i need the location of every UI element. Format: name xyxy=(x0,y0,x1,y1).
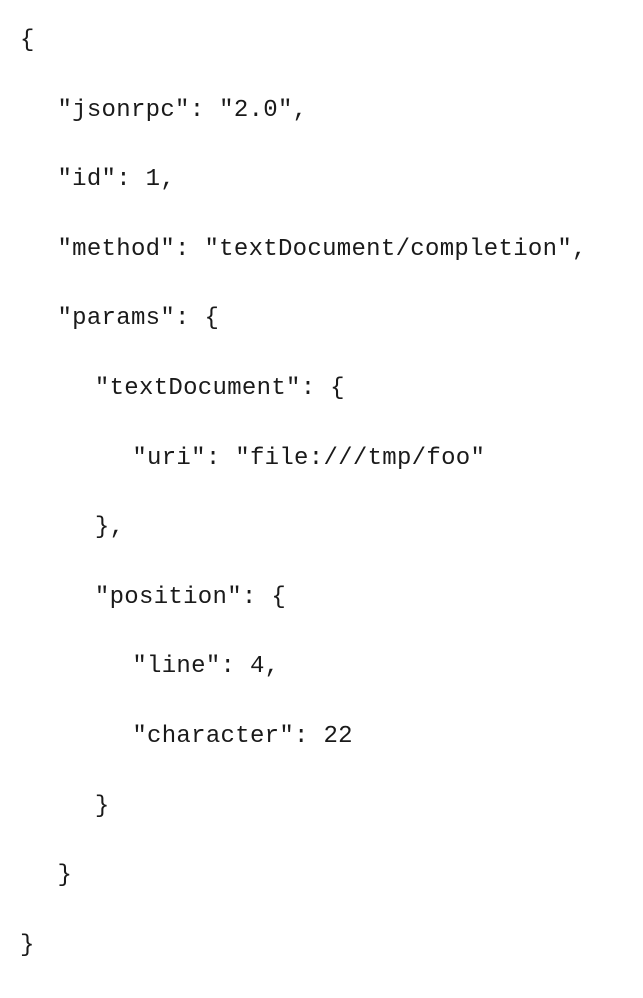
code-line: "textDocument": { xyxy=(20,372,623,407)
code-line: } xyxy=(20,929,623,964)
code-line: "position": { xyxy=(20,581,623,616)
code-block: { "jsonrpc": "2.0", "id": 1, "method": "… xyxy=(20,24,623,998)
code-line: "method": "textDocument/completion", xyxy=(20,233,623,268)
code-line: } xyxy=(20,790,623,825)
code-line: { xyxy=(20,24,623,59)
code-line: "jsonrpc": "2.0", xyxy=(20,94,623,129)
code-line: "line": 4, xyxy=(20,650,623,685)
code-line: "params": { xyxy=(20,302,623,337)
code-line: "uri": "file:///tmp/foo" xyxy=(20,442,623,477)
code-line: "id": 1, xyxy=(20,163,623,198)
code-line: "character": 22 xyxy=(20,720,623,755)
code-line: }, xyxy=(20,511,623,546)
code-line: } xyxy=(20,859,623,894)
